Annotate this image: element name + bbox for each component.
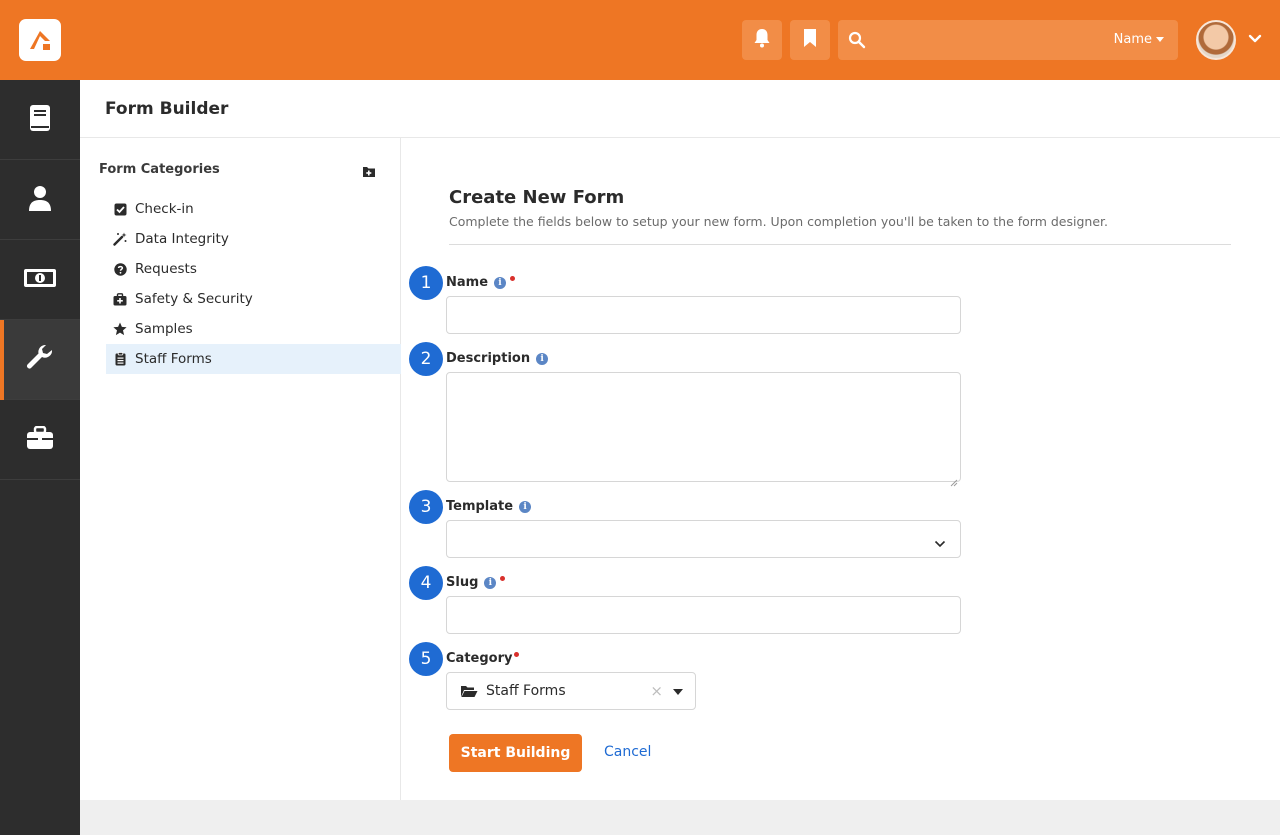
template-label-text: Template: [446, 499, 514, 514]
category-item-label: Check-in: [135, 201, 194, 217]
step-badge: 4: [409, 566, 443, 600]
category-picker-value: Staff Forms: [486, 683, 566, 699]
category-item-samples[interactable]: Samples: [106, 314, 401, 344]
page-title: Form Builder: [105, 98, 229, 119]
caret-down-icon[interactable]: [673, 689, 683, 695]
clear-icon[interactable]: ×: [650, 682, 663, 700]
cancel-link[interactable]: Cancel: [604, 744, 651, 760]
required-indicator: [510, 276, 516, 281]
person-icon: [28, 185, 52, 215]
required-indicator: [514, 652, 520, 657]
checkbox-icon: [113, 202, 127, 216]
bell-icon: [753, 28, 771, 52]
top-bar: Name: [0, 0, 1280, 80]
add-category-folder-icon[interactable]: [362, 163, 376, 182]
template-select[interactable]: [446, 520, 961, 558]
question-circle-icon: [113, 262, 127, 276]
category-picker[interactable]: Staff Forms ×: [446, 672, 696, 710]
description-textarea[interactable]: [446, 372, 961, 482]
category-item-label: Staff Forms: [135, 351, 212, 367]
main-sidebar: [0, 80, 80, 835]
medkit-icon: [113, 292, 127, 306]
category-list: Check-in Data Integrity Requests Safety …: [106, 194, 401, 374]
resize-handle-icon[interactable]: [950, 472, 958, 491]
form-subtitle: Complete the fields below to setup your …: [449, 214, 1108, 229]
description-field-label: Description i: [446, 351, 549, 366]
search-icon: [848, 31, 866, 53]
category-item-safety-security[interactable]: Safety & Security: [106, 284, 401, 314]
start-building-button[interactable]: Start Building: [449, 734, 582, 772]
category-item-label: Requests: [135, 261, 197, 277]
step-badge: 5: [409, 642, 443, 676]
chevron-down-icon: [934, 534, 946, 553]
sidebar-item-finance[interactable]: [0, 240, 80, 320]
info-icon[interactable]: i: [494, 276, 507, 289]
sidebar-item-people[interactable]: [0, 160, 80, 240]
category-item-check-in[interactable]: Check-in: [106, 194, 401, 224]
category-item-label: Data Integrity: [135, 231, 229, 247]
divider: [449, 244, 1231, 245]
required-indicator: [500, 576, 506, 581]
briefcase-icon: [26, 425, 54, 454]
money-icon: [23, 267, 57, 293]
category-item-staff-forms[interactable]: Staff Forms: [106, 344, 401, 374]
caret-down-icon: [1156, 37, 1164, 42]
step-badge: 3: [409, 490, 443, 524]
category-item-label: Safety & Security: [135, 291, 253, 307]
info-icon[interactable]: i: [484, 576, 497, 589]
info-icon[interactable]: i: [536, 352, 549, 365]
sidebar-item-admin-tools[interactable]: [0, 320, 80, 400]
step-badge: 1: [409, 266, 443, 300]
form-title: Create New Form: [449, 187, 625, 208]
category-field-label: Category: [446, 651, 520, 666]
rock-logo-icon[interactable]: [19, 19, 61, 61]
step-badge: 2: [409, 342, 443, 376]
name-input[interactable]: [446, 296, 961, 334]
star-icon: [113, 322, 127, 336]
name-label-text: Name: [446, 275, 489, 290]
folder-open-icon: [460, 685, 478, 698]
sidebar-item-tools[interactable]: [0, 400, 80, 480]
main-panel: Form Builder Form Categories Check-in Da…: [80, 80, 1280, 800]
search-type-label: Name: [1113, 32, 1152, 47]
page-header: Form Builder: [80, 80, 1280, 138]
description-label-text: Description: [446, 351, 531, 366]
slug-label-text: Slug: [446, 575, 479, 590]
category-item-label: Samples: [135, 321, 193, 337]
wrench-icon: [26, 344, 54, 376]
category-label-text: Category: [446, 651, 513, 666]
magic-wand-icon: [113, 232, 127, 246]
avatar[interactable]: [1196, 20, 1236, 60]
notifications-button[interactable]: [742, 20, 782, 60]
info-icon[interactable]: i: [519, 500, 532, 513]
create-form-header: Create New Form Complete the fields belo…: [449, 187, 1231, 245]
book-icon: [28, 104, 52, 136]
template-field-label: Template i: [446, 499, 532, 514]
category-tree-title: Form Categories: [99, 162, 220, 177]
bookmarks-button[interactable]: [790, 20, 830, 60]
clipboard-icon: [113, 352, 127, 366]
chevron-down-icon[interactable]: [1247, 31, 1263, 51]
slug-input[interactable]: [446, 596, 961, 634]
search-type-dropdown[interactable]: Name: [1114, 32, 1164, 47]
slug-field-label: Slug i: [446, 575, 506, 590]
category-item-data-integrity[interactable]: Data Integrity: [106, 224, 401, 254]
category-item-requests[interactable]: Requests: [106, 254, 401, 284]
universal-search[interactable]: Name: [838, 20, 1178, 60]
bookmark-icon: [802, 28, 818, 52]
sidebar-item-people-book[interactable]: [0, 80, 80, 160]
name-field-label: Name i: [446, 275, 516, 290]
category-tree-panel: Form Categories Check-in Data Integrity …: [80, 138, 401, 800]
